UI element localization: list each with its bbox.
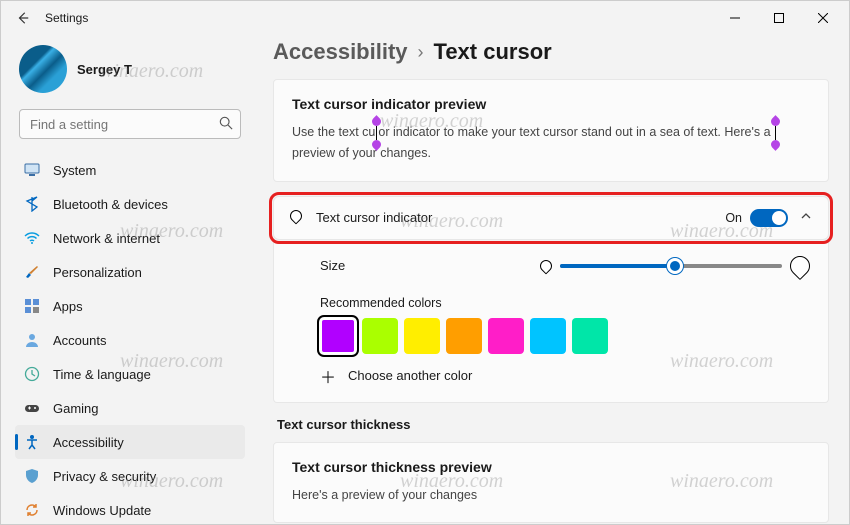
- color-swatch[interactable]: [530, 318, 566, 354]
- avatar: [19, 45, 67, 93]
- titlebar: Settings: [1, 1, 849, 35]
- size-slider[interactable]: [560, 264, 782, 268]
- brush-icon: [23, 263, 41, 281]
- chevron-up-icon[interactable]: [800, 210, 812, 225]
- sidebar-item-label: Windows Update: [53, 503, 151, 518]
- sidebar-item-label: System: [53, 163, 96, 178]
- color-swatch[interactable]: [320, 318, 356, 354]
- sidebar-item-label: Network & internet: [53, 231, 160, 246]
- sidebar-item-access[interactable]: Accessibility: [15, 425, 245, 459]
- wifi-icon: [23, 229, 41, 247]
- minimize-button[interactable]: [713, 3, 757, 33]
- back-button[interactable]: [13, 8, 33, 28]
- sidebar-item-clock[interactable]: Time & language: [15, 357, 245, 391]
- thickness-section-header: Text cursor thickness: [277, 417, 829, 432]
- color-swatch[interactable]: [362, 318, 398, 354]
- indicator-toggle[interactable]: [750, 209, 788, 227]
- sidebar-item-label: Accessibility: [53, 435, 124, 450]
- shield-icon: [23, 467, 41, 485]
- breadcrumb-parent[interactable]: Accessibility: [273, 39, 408, 65]
- sidebar-item-bluetooth[interactable]: Bluetooth & devices: [15, 187, 245, 221]
- sidebar-item-wifi[interactable]: Network & internet: [15, 221, 245, 255]
- sidebar-item-brush[interactable]: Personalization: [15, 255, 245, 289]
- indicator-preview-card: Text cursor indicator preview Use the te…: [273, 79, 829, 182]
- color-swatch[interactable]: [488, 318, 524, 354]
- indicator-subpanel: Size Recommended colors ＋ Choose another: [273, 242, 829, 403]
- sidebar-item-shield[interactable]: Privacy & security: [15, 459, 245, 493]
- slider-thumb[interactable]: [667, 258, 683, 274]
- profile-block[interactable]: Sergey T: [15, 39, 245, 109]
- search-icon: [219, 116, 233, 133]
- cursor-indicator-sample: [376, 126, 377, 140]
- sidebar-item-person[interactable]: Accounts: [15, 323, 245, 357]
- close-button[interactable]: [801, 3, 845, 33]
- search-input[interactable]: [19, 109, 241, 139]
- size-label: Size: [320, 258, 540, 273]
- choose-another-color[interactable]: ＋ Choose another color: [320, 368, 810, 384]
- sidebar-item-apps[interactable]: Apps: [15, 289, 245, 323]
- toggle-state-label: On: [725, 211, 742, 225]
- sidebar-item-label: Privacy & security: [53, 469, 156, 484]
- person-icon: [23, 331, 41, 349]
- cursor-indicator-sample: [775, 126, 776, 140]
- game-icon: [23, 399, 41, 417]
- sidebar: Sergey T System Bluetooth & devices Networ…: [1, 35, 253, 524]
- update-icon: [23, 501, 41, 519]
- sidebar-item-label: Personalization: [53, 265, 142, 280]
- indicator-icon: [290, 210, 302, 225]
- color-swatch[interactable]: [404, 318, 440, 354]
- access-icon: [23, 433, 41, 451]
- preview-text: Use the text cuor indicator to make your…: [292, 122, 810, 165]
- size-min-icon: [538, 257, 555, 274]
- main-content: Accessibility › Text cursor Text cursor …: [253, 35, 849, 524]
- profile-name: Sergey T: [77, 62, 132, 77]
- size-row: Size: [320, 256, 810, 276]
- plus-icon: ＋: [320, 368, 336, 384]
- text-cursor-indicator-row[interactable]: Text cursor indicator On: [273, 196, 829, 240]
- maximize-button[interactable]: [757, 3, 801, 33]
- sidebar-item-game[interactable]: Gaming: [15, 391, 245, 425]
- sidebar-item-label: Time & language: [53, 367, 151, 382]
- breadcrumb-current: Text cursor: [434, 39, 552, 65]
- color-swatch[interactable]: [446, 318, 482, 354]
- thickness-preview-card: Text cursor thickness preview Here's a p…: [273, 442, 829, 523]
- sidebar-item-label: Apps: [53, 299, 83, 314]
- window-title: Settings: [45, 11, 88, 25]
- apps-icon: [23, 297, 41, 315]
- system-icon: [23, 161, 41, 179]
- clock-icon: [23, 365, 41, 383]
- recommended-colors-label: Recommended colors: [320, 296, 810, 310]
- sidebar-item-label: Bluetooth & devices: [53, 197, 168, 212]
- sidebar-item-system[interactable]: System: [15, 153, 245, 187]
- color-swatches: [320, 318, 810, 354]
- sidebar-item-update[interactable]: Windows Update: [15, 493, 245, 524]
- breadcrumb: Accessibility › Text cursor: [273, 39, 829, 65]
- indicator-label: Text cursor indicator: [316, 210, 725, 225]
- preview-heading: Text cursor indicator preview: [292, 96, 810, 112]
- bluetooth-icon: [23, 195, 41, 213]
- thickness-heading: Text cursor thickness preview: [292, 459, 810, 475]
- chevron-right-icon: ›: [418, 42, 424, 63]
- size-max-icon: [786, 251, 814, 279]
- sidebar-item-label: Accounts: [53, 333, 106, 348]
- thickness-text: Here's a preview of your changes: [292, 485, 810, 506]
- sidebar-item-label: Gaming: [53, 401, 99, 416]
- color-swatch[interactable]: [572, 318, 608, 354]
